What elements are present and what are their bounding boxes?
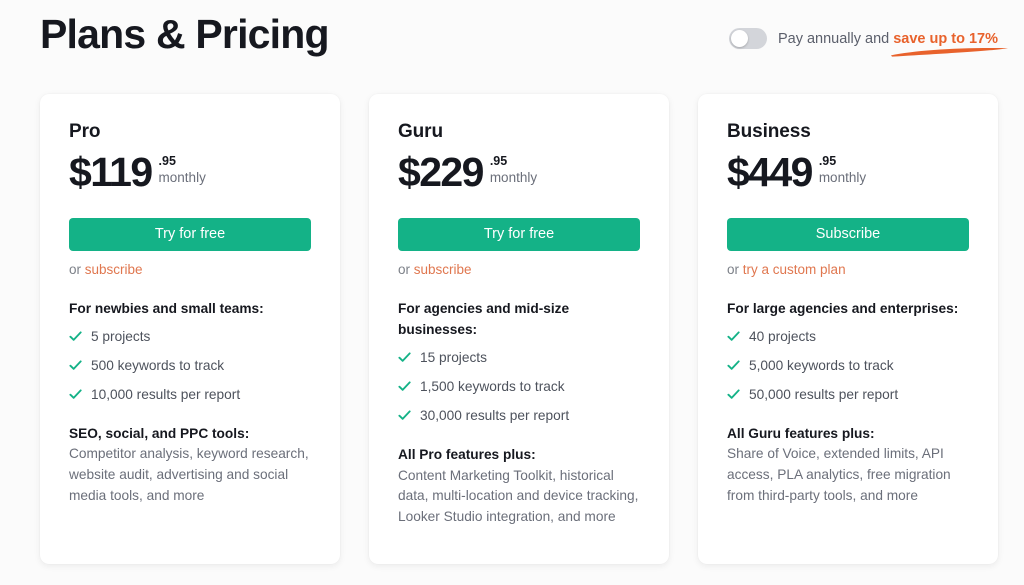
plan-cta-button[interactable]: Try for free bbox=[398, 218, 640, 251]
feature-label: 500 keywords to track bbox=[91, 358, 225, 374]
extra-title: All Pro features plus: bbox=[398, 447, 536, 463]
list-item: 1,500 keywords to track bbox=[398, 377, 640, 397]
list-item: 50,000 results per report bbox=[727, 385, 969, 405]
check-icon bbox=[69, 360, 82, 370]
feature-label: 30,000 results per report bbox=[420, 408, 570, 424]
list-item: 5 projects bbox=[69, 327, 311, 347]
plan-audience: For large agencies and enterprises: bbox=[727, 301, 959, 316]
plan-secondary-action: or subscribe bbox=[398, 262, 640, 277]
price-amount: $119 bbox=[69, 149, 153, 195]
plan-secondary-action: or try a custom plan bbox=[727, 262, 969, 277]
price-amount: $229 bbox=[398, 149, 484, 195]
page-header: Plans & Pricing Pay annually and save up… bbox=[0, 0, 1024, 90]
feature-label: 10,000 results per report bbox=[91, 386, 241, 402]
plan-cta-button[interactable]: Subscribe bbox=[727, 218, 969, 251]
price-period: monthly bbox=[818, 169, 867, 185]
list-item: 5,000 keywords to track bbox=[727, 356, 969, 376]
subscribe-link[interactable]: subscribe bbox=[85, 262, 143, 277]
check-icon bbox=[69, 389, 82, 399]
price-amount: $449 bbox=[727, 149, 813, 195]
secondary-prefix: or bbox=[69, 262, 82, 277]
plan-feature-list: 15 projects 1,500 keywords to track 30,0… bbox=[398, 348, 640, 435]
billing-label-prefix: Pay annually and bbox=[777, 30, 890, 47]
plan-feature-list: 40 projects 5,000 keywords to track 50,0… bbox=[727, 327, 969, 414]
pricing-card-list: Pro $119 .95 monthly Try for free or sub… bbox=[40, 94, 998, 564]
feature-label: 5 projects bbox=[91, 329, 151, 345]
feature-label: 15 projects bbox=[420, 350, 487, 366]
extra-description: Content Marketing Toolkit, historical da… bbox=[398, 467, 639, 525]
plan-feature-list: 5 projects 500 keywords to track 10,000 … bbox=[69, 327, 311, 414]
billing-period-control: Pay annually and save up to 17% bbox=[728, 28, 1009, 57]
price-detail: .95 monthly bbox=[159, 152, 206, 187]
plan-name: Business bbox=[727, 121, 811, 142]
check-icon bbox=[398, 352, 411, 363]
check-icon bbox=[727, 389, 740, 399]
list-item: 500 keywords to track bbox=[69, 356, 311, 376]
underline-swoosh-icon bbox=[891, 47, 1009, 57]
price-cents: .95 bbox=[489, 154, 508, 168]
list-item: 15 projects bbox=[398, 348, 640, 368]
check-icon bbox=[398, 410, 411, 420]
plan-name: Guru bbox=[398, 121, 443, 142]
price-period: monthly bbox=[158, 169, 206, 185]
plan-price: $229 .95 monthly bbox=[398, 152, 640, 198]
plan-extra-info: All Pro features plus: Content Marketing… bbox=[398, 445, 640, 528]
check-icon bbox=[398, 381, 411, 392]
price-cents: .95 bbox=[818, 154, 837, 168]
plan-price: $119 .95 monthly bbox=[69, 152, 311, 198]
price-detail: .95 monthly bbox=[819, 152, 866, 187]
pricing-card-guru: Guru $229 .95 monthly Try for free or su… bbox=[369, 94, 669, 564]
plan-secondary-action: or subscribe bbox=[69, 262, 311, 277]
extra-title: All Guru features plus: bbox=[727, 425, 875, 441]
plan-audience: For agencies and mid-size businesses: bbox=[398, 301, 570, 338]
billing-label: Pay annually and save up to 17% bbox=[777, 30, 1009, 57]
price-detail: .95 monthly bbox=[490, 152, 537, 187]
list-item: 30,000 results per report bbox=[398, 406, 640, 426]
price-period: monthly bbox=[489, 169, 538, 185]
plan-extra-info: All Guru features plus: Share of Voice, … bbox=[727, 424, 969, 507]
annual-billing-toggle[interactable] bbox=[728, 28, 767, 49]
feature-label: 5,000 keywords to track bbox=[749, 358, 894, 374]
plan-cta-button[interactable]: Try for free bbox=[69, 218, 311, 251]
extra-description: Share of Voice, extended limits, API acc… bbox=[727, 446, 951, 504]
feature-label: 40 projects bbox=[749, 329, 816, 345]
pricing-page: Plans & Pricing Pay annually and save up… bbox=[0, 0, 1024, 585]
plan-name: Pro bbox=[69, 121, 101, 142]
page-title: Plans & Pricing bbox=[40, 11, 330, 57]
price-cents: .95 bbox=[158, 154, 176, 168]
pricing-card-pro: Pro $119 .95 monthly Try for free or sub… bbox=[40, 94, 340, 564]
list-item: 40 projects bbox=[727, 327, 969, 347]
extra-title: SEO, social, and PPC tools: bbox=[69, 425, 250, 441]
check-icon bbox=[727, 331, 740, 342]
check-icon bbox=[69, 331, 82, 342]
pricing-card-business: Business $449 .95 monthly Subscribe or t… bbox=[698, 94, 998, 564]
billing-save-highlight: save up to 17% bbox=[891, 30, 1009, 57]
list-item: 10,000 results per report bbox=[69, 385, 311, 405]
feature-label: 50,000 results per report bbox=[749, 386, 899, 402]
check-icon bbox=[727, 360, 740, 370]
feature-label: 1,500 keywords to track bbox=[420, 379, 565, 395]
billing-save-text: save up to 17% bbox=[893, 30, 998, 47]
subscribe-link[interactable]: subscribe bbox=[414, 262, 472, 277]
secondary-prefix: or bbox=[727, 262, 740, 277]
plan-price: $449 .95 monthly bbox=[727, 152, 969, 198]
toggle-knob bbox=[730, 30, 748, 47]
extra-description: Competitor analysis, keyword research, w… bbox=[69, 446, 309, 504]
secondary-prefix: or bbox=[398, 262, 411, 277]
plan-audience: For newbies and small teams: bbox=[69, 301, 264, 316]
plan-extra-info: SEO, social, and PPC tools: Competitor a… bbox=[69, 424, 311, 507]
custom-plan-link[interactable]: try a custom plan bbox=[743, 262, 846, 277]
